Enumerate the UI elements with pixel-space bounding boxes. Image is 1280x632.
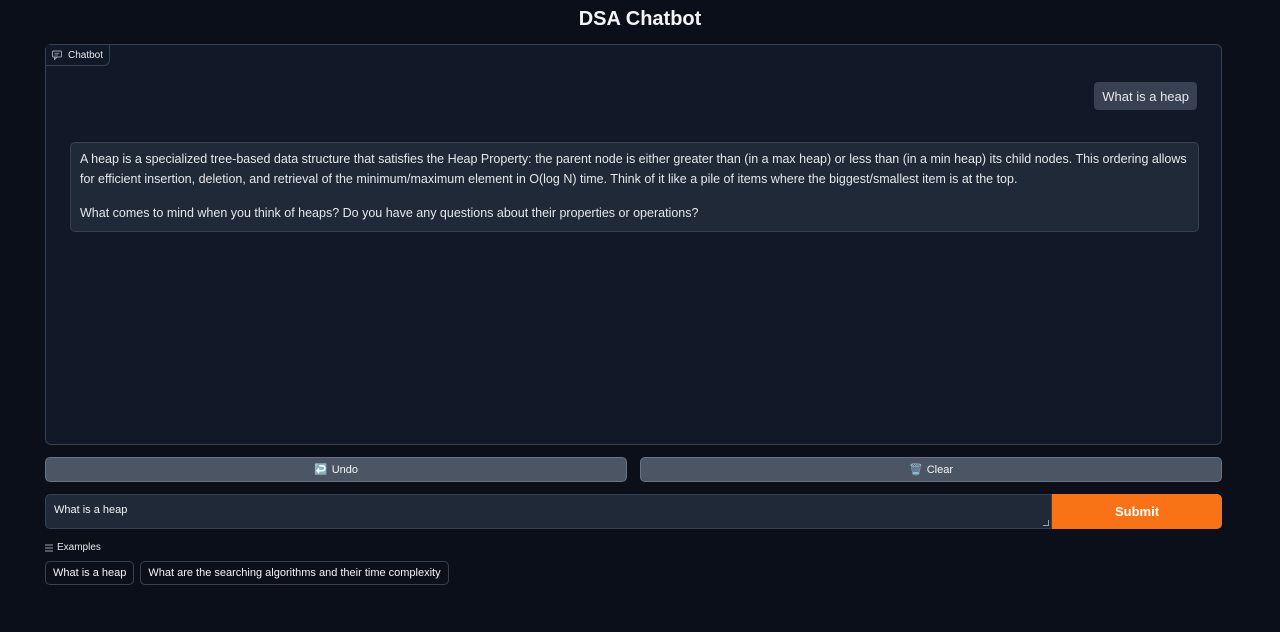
example-chip[interactable]: What are the searching algorithms and th… xyxy=(140,561,449,585)
message-input-row: What is a heap Submit xyxy=(45,494,1222,529)
chat-bubble-icon xyxy=(52,50,62,60)
assistant-message: A heap is a specialized tree-based data … xyxy=(70,142,1199,232)
chatbot-label-text: Chatbot xyxy=(68,49,104,61)
chatbot-label: Chatbot xyxy=(46,45,111,66)
message-input-value: What is a heap xyxy=(54,504,128,516)
action-buttons-row: ↩️ Undo 🗑️ Clear xyxy=(45,457,1222,482)
page-title: DSA Chatbot xyxy=(578,8,702,30)
resize-handle[interactable] xyxy=(1043,520,1049,526)
list-icon xyxy=(45,544,53,551)
assistant-message-paragraph: A heap is a specialized tree-based data … xyxy=(80,152,1187,186)
assistant-message-paragraph: What comes to mind when you think of hea… xyxy=(80,206,699,220)
example-chip[interactable]: What is a heap xyxy=(45,561,135,585)
examples-label-text: Examples xyxy=(57,542,101,553)
submit-button[interactable]: Submit xyxy=(1052,494,1222,529)
clear-button[interactable]: 🗑️ Clear xyxy=(640,457,1222,482)
user-message: What is a heap xyxy=(1094,82,1197,110)
examples-list: What is a heap What are the searching al… xyxy=(45,561,449,585)
undo-button-label: Undo xyxy=(331,463,358,476)
message-input[interactable]: What is a heap xyxy=(45,494,1052,529)
undo-icon: ↩️ xyxy=(314,464,328,476)
examples-label: Examples xyxy=(45,542,101,553)
clear-button-label: Clear xyxy=(926,463,953,476)
undo-button[interactable]: ↩️ Undo xyxy=(45,457,627,482)
trash-icon: 🗑️ xyxy=(909,464,923,476)
chatbot-panel: Chatbot What is a heap A heap is a speci… xyxy=(45,44,1222,445)
